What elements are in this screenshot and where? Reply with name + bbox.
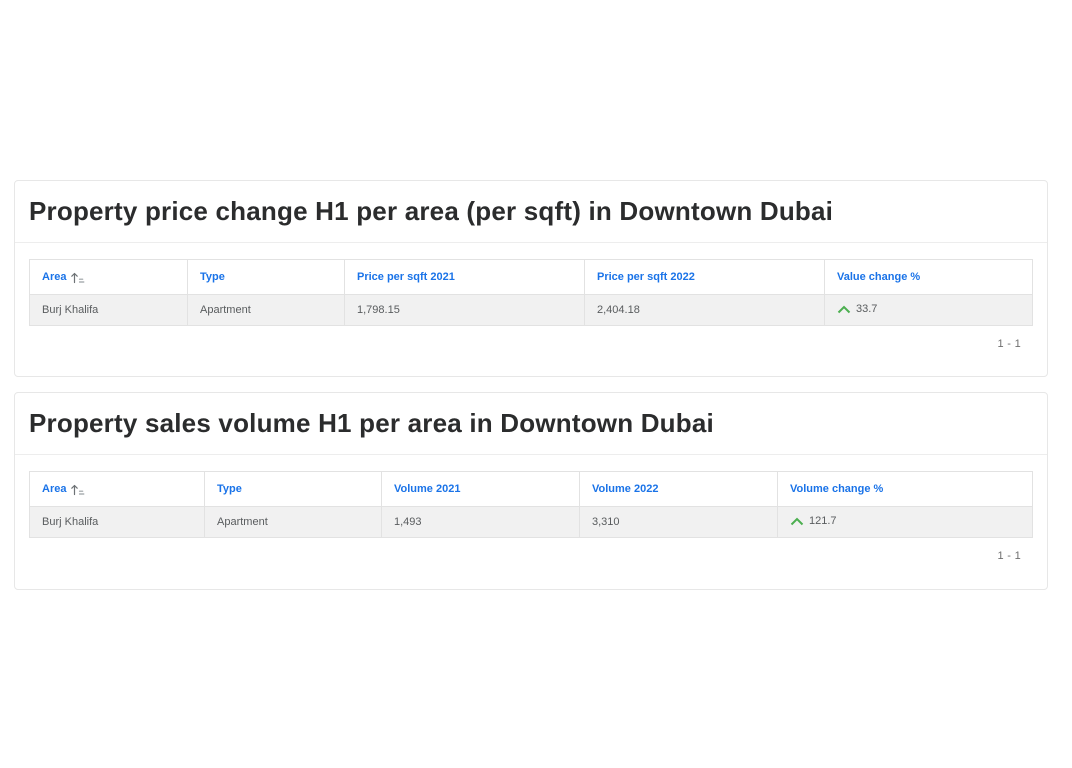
column-header-price-2022[interactable]: Price per sqft 2022 bbox=[585, 260, 825, 295]
column-header-volume-change[interactable]: Volume change % bbox=[778, 472, 1033, 507]
cell-price-2021: 1,798.15 bbox=[345, 295, 585, 326]
column-header-type[interactable]: Type bbox=[205, 472, 382, 507]
cell-type: Apartment bbox=[205, 507, 382, 538]
card-title-row: Property sales volume H1 per area in Dow… bbox=[15, 393, 1047, 455]
table-header-row: Area Type Price per sqft 2021 Price per … bbox=[30, 260, 1033, 295]
column-header-area[interactable]: Area bbox=[30, 472, 205, 507]
column-header-label: Area bbox=[42, 271, 66, 283]
sort-ascending-icon bbox=[70, 271, 85, 284]
cell-price-2022: 2,404.18 bbox=[585, 295, 825, 326]
price-change-card: Property price change H1 per area (per s… bbox=[14, 180, 1048, 377]
table-header-row: Area Type Volume 2021 Volume 2022 bbox=[30, 472, 1033, 507]
cell-area: Burj Khalifa bbox=[30, 295, 188, 326]
trend-up-icon bbox=[837, 305, 851, 314]
pagination-range: 1 - 1 bbox=[15, 538, 1047, 562]
cell-value-change: 33.7 bbox=[825, 295, 1033, 326]
column-header-price-2021[interactable]: Price per sqft 2021 bbox=[345, 260, 585, 295]
card-title-row: Property price change H1 per area (per s… bbox=[15, 181, 1047, 243]
column-header-type[interactable]: Type bbox=[188, 260, 345, 295]
sales-volume-card: Property sales volume H1 per area in Dow… bbox=[14, 392, 1048, 590]
sales-volume-title: Property sales volume H1 per area in Dow… bbox=[29, 408, 714, 439]
table-row[interactable]: Burj Khalifa Apartment 1,493 3,310 121.7 bbox=[30, 507, 1033, 538]
cell-area: Burj Khalifa bbox=[30, 507, 205, 538]
column-header-value-change[interactable]: Value change % bbox=[825, 260, 1033, 295]
cell-volume-2022: 3,310 bbox=[580, 507, 778, 538]
sales-volume-table: Area Type Volume 2021 Volume 2022 bbox=[29, 471, 1033, 538]
change-value: 33.7 bbox=[856, 303, 877, 315]
column-header-label: Area bbox=[42, 483, 66, 495]
cell-volume-2021: 1,493 bbox=[382, 507, 580, 538]
table-row[interactable]: Burj Khalifa Apartment 1,798.15 2,404.18… bbox=[30, 295, 1033, 326]
price-change-table: Area Type Price per sqft 2021 Price per … bbox=[29, 259, 1033, 326]
pagination-range: 1 - 1 bbox=[15, 326, 1047, 350]
column-header-volume-2021[interactable]: Volume 2021 bbox=[382, 472, 580, 507]
price-change-title: Property price change H1 per area (per s… bbox=[29, 196, 833, 227]
cell-volume-change: 121.7 bbox=[778, 507, 1033, 538]
sort-ascending-icon bbox=[70, 483, 85, 496]
trend-up-icon bbox=[790, 517, 804, 526]
cell-type: Apartment bbox=[188, 295, 345, 326]
column-header-volume-2022[interactable]: Volume 2022 bbox=[580, 472, 778, 507]
change-value: 121.7 bbox=[809, 515, 837, 527]
column-header-area[interactable]: Area bbox=[30, 260, 188, 295]
